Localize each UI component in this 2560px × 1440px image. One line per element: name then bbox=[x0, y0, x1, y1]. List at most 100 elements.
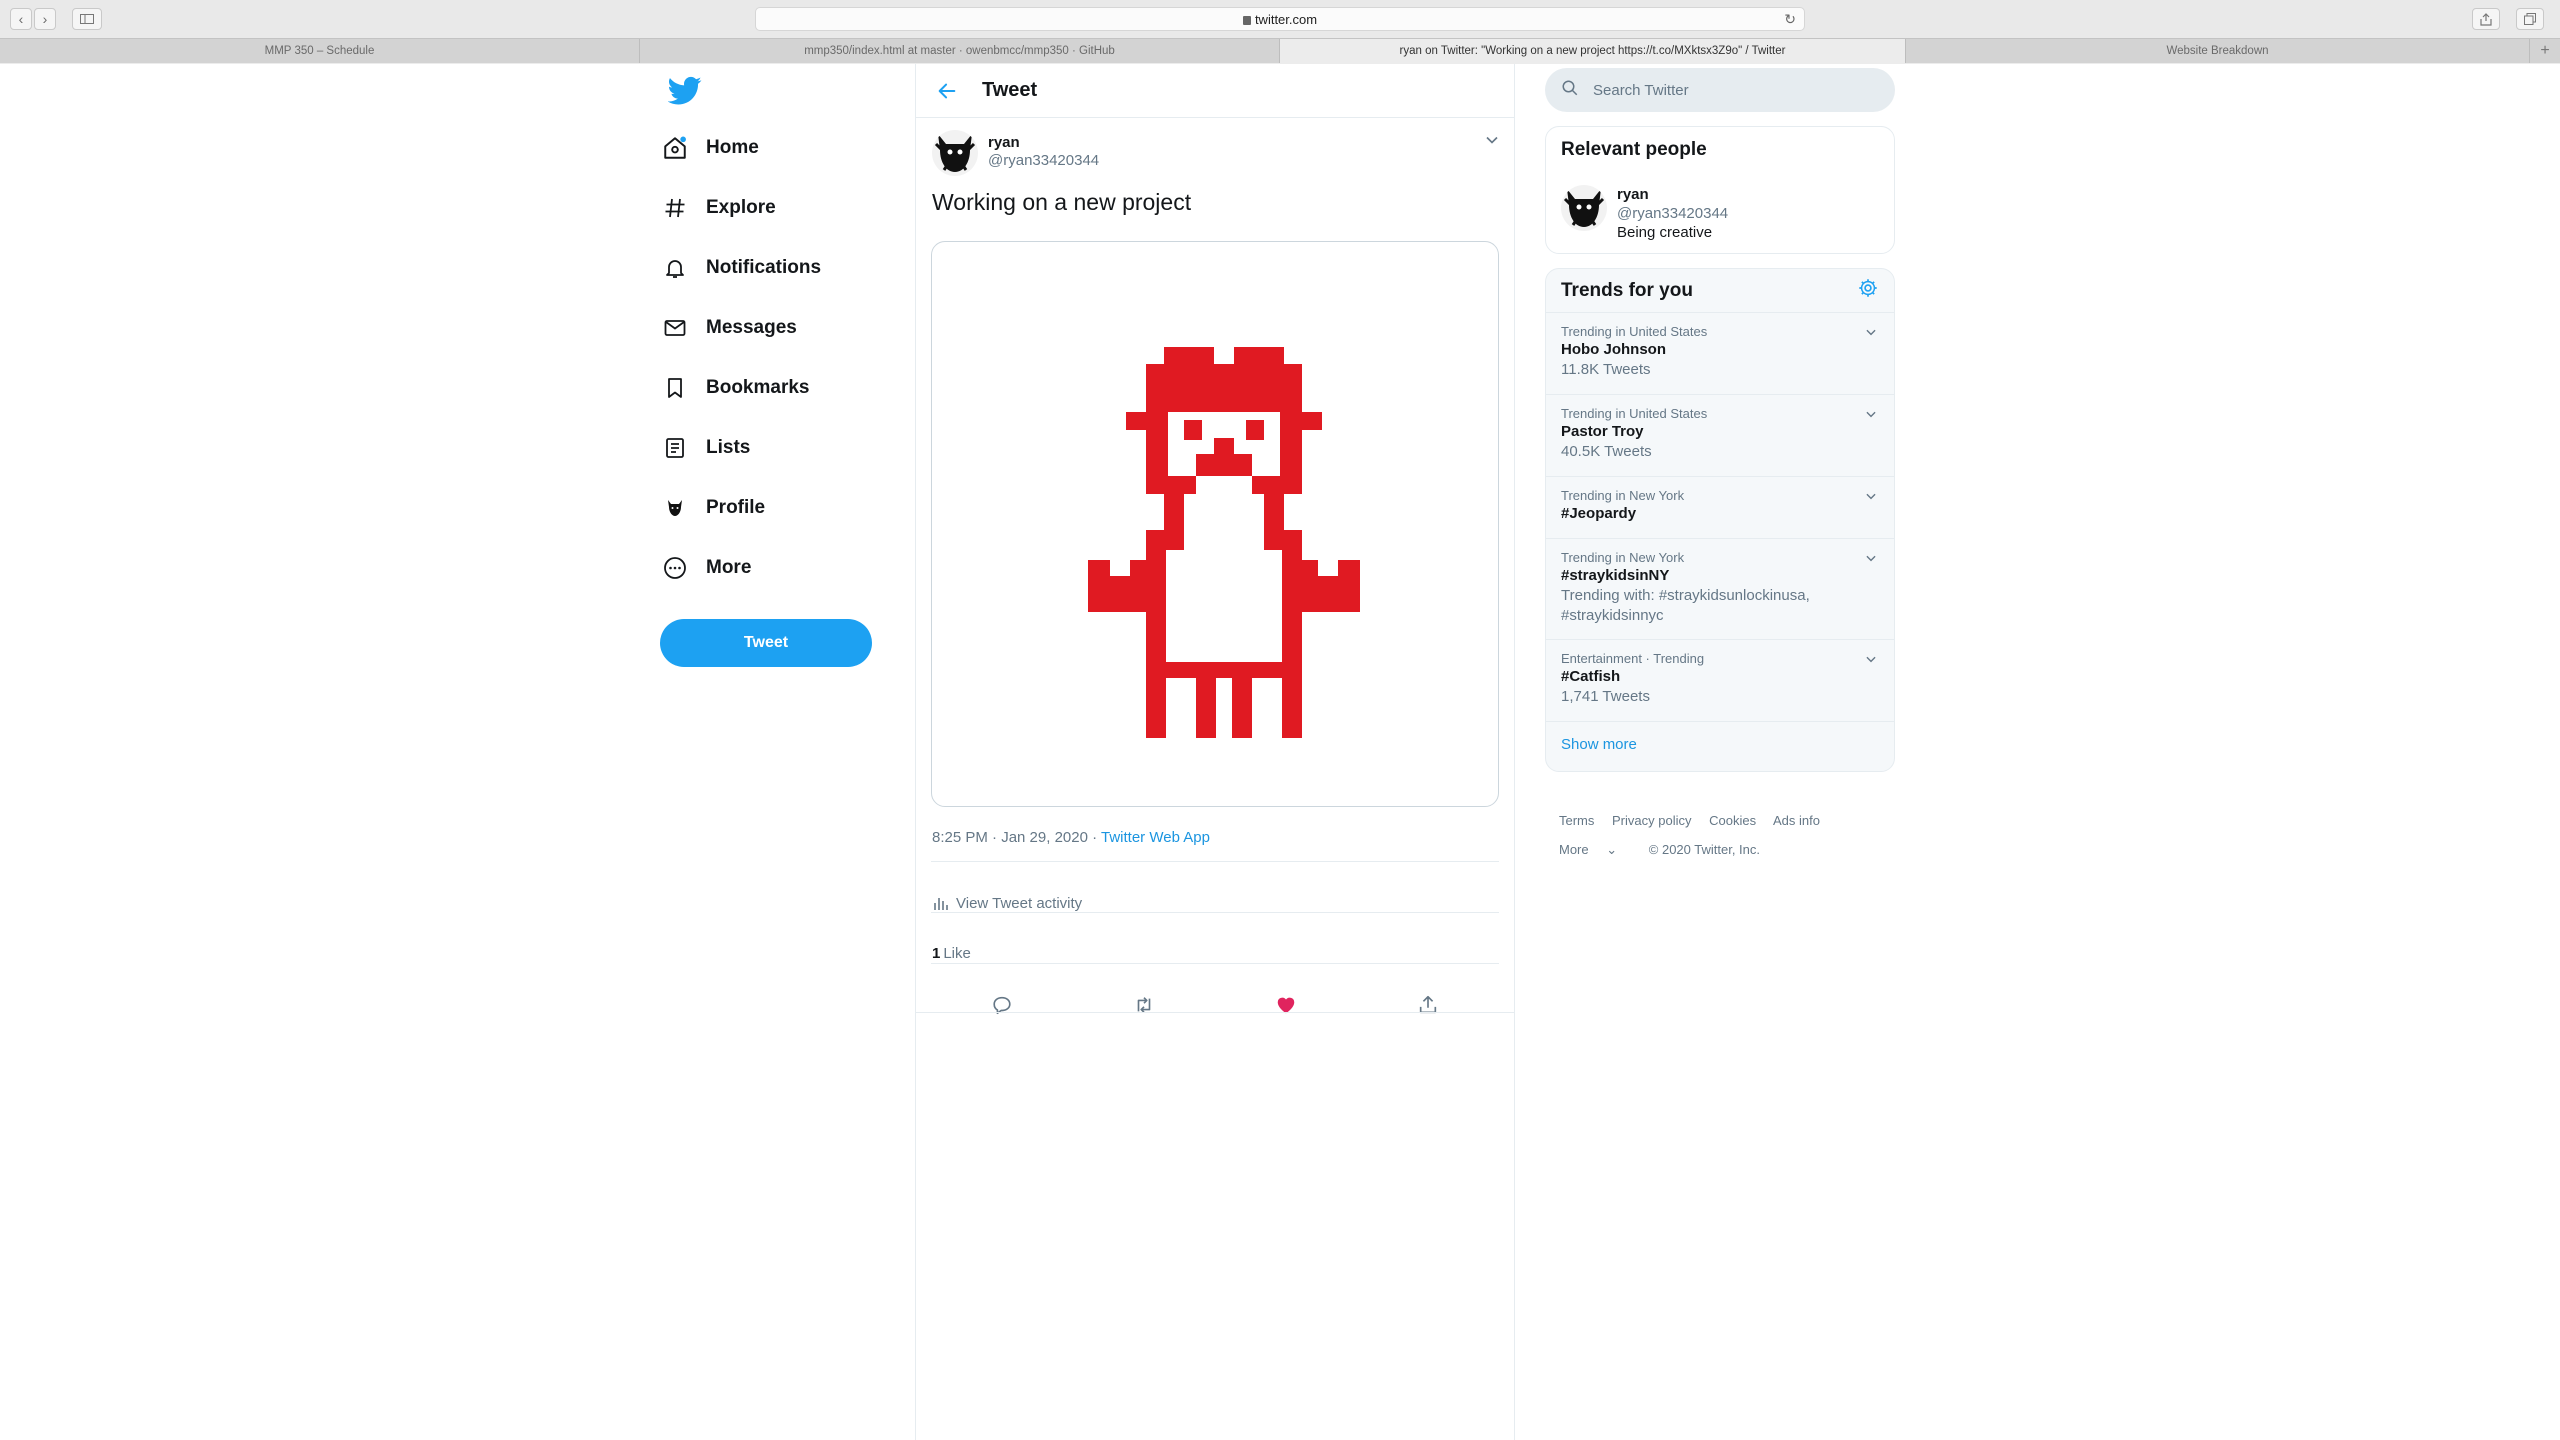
show-more-link[interactable]: Show more bbox=[1546, 722, 1894, 767]
person-name[interactable]: ryan bbox=[1617, 185, 1728, 204]
search-input[interactable] bbox=[1593, 81, 1873, 99]
like-heart-icon[interactable] bbox=[1271, 990, 1301, 1020]
new-tab-button[interactable]: + bbox=[2530, 39, 2560, 63]
trend-item[interactable]: Entertainment · Trending #Catfish 1,741 … bbox=[1546, 640, 1894, 722]
address-bar[interactable]: twitter.com ↻ bbox=[755, 7, 1805, 31]
settings-gear-icon[interactable] bbox=[1857, 277, 1879, 304]
lock-icon bbox=[1242, 15, 1251, 25]
more-circle-icon bbox=[660, 553, 690, 583]
browser-chrome: ‹ › twitter.com ↻ MMP 350 – Schedule mmp… bbox=[0, 0, 2560, 64]
footer-link-ads-info[interactable]: Ads info bbox=[1773, 813, 1820, 828]
tweet-source-link[interactable]: Twitter Web App bbox=[1101, 829, 1210, 846]
trend-name: #straykidsinNY bbox=[1561, 567, 1670, 584]
nav-item-home[interactable]: Home bbox=[660, 122, 759, 174]
chevron-down-icon[interactable] bbox=[1864, 407, 1878, 421]
sidebar-toggle-icon[interactable] bbox=[72, 8, 102, 30]
bell-icon bbox=[660, 253, 690, 283]
tab-bar: MMP 350 – Schedule mmp350/index.html at … bbox=[0, 38, 2560, 63]
trend-item[interactable]: Trending in United States Pastor Troy 40… bbox=[1546, 395, 1894, 477]
search-box[interactable] bbox=[1545, 68, 1895, 112]
nav-label: Profile bbox=[706, 497, 766, 518]
author-names: ryan @ryan33420344 bbox=[988, 130, 1099, 176]
tweet-timestamp: 8:25 PM · Jan 29, 2020 · Twitter Web App bbox=[932, 829, 1210, 846]
hashtag-icon bbox=[660, 193, 690, 223]
reload-icon[interactable]: ↻ bbox=[1784, 11, 1796, 28]
avatar[interactable] bbox=[932, 130, 978, 176]
pixel-art-character bbox=[1088, 347, 1360, 738]
trend-name: #Jeopardy bbox=[1561, 505, 1637, 522]
trend-count: 11.8K Tweets bbox=[1561, 361, 1651, 378]
nav-item-notifications[interactable]: Notifications bbox=[660, 242, 821, 294]
tabs-overview-icon[interactable] bbox=[2516, 8, 2544, 30]
nav-item-profile[interactable]: Profile bbox=[660, 482, 765, 534]
tweet-text: Working on a new project bbox=[932, 189, 1192, 215]
footer-link-cookies[interactable]: Cookies bbox=[1709, 813, 1756, 828]
nav-item-bookmarks[interactable]: Bookmarks bbox=[660, 362, 810, 414]
trend-item[interactable]: Trending in New York #straykidsinNY Tren… bbox=[1546, 539, 1894, 640]
trends-header: Trends for you bbox=[1546, 269, 1894, 313]
trend-count: 1,741 Tweets bbox=[1561, 688, 1650, 705]
browser-tab[interactable]: Website Breakdown bbox=[1906, 39, 2530, 63]
reply-icon[interactable] bbox=[987, 990, 1017, 1020]
trend-name: Hobo Johnson bbox=[1561, 341, 1666, 358]
nav-item-explore[interactable]: Explore bbox=[660, 182, 776, 234]
relevant-people-panel: Relevant people ryan @ryan33420344 Being… bbox=[1545, 126, 1895, 254]
relevant-person[interactable]: ryan @ryan33420344 Being creative bbox=[1561, 185, 1728, 242]
retweet-icon[interactable] bbox=[1129, 990, 1159, 1020]
browser-tab[interactable]: MMP 350 – Schedule bbox=[0, 39, 640, 63]
footer-link-terms[interactable]: Terms bbox=[1559, 813, 1594, 828]
trend-context: Trending in New York bbox=[1561, 550, 1685, 565]
browser-tab[interactable]: mmp350/index.html at master · owenbmcc/m… bbox=[640, 39, 1280, 63]
footer: Terms Privacy policy Cookies Ads info Mo… bbox=[1559, 806, 1889, 864]
trend-related: Trending with: #straykidsunlockinusa, #s… bbox=[1561, 587, 1810, 624]
nav-label: Bookmarks bbox=[706, 377, 810, 398]
avatar[interactable] bbox=[1561, 185, 1607, 231]
nav-item-messages[interactable]: Messages bbox=[660, 302, 797, 354]
view-activity-link[interactable]: View Tweet activity bbox=[932, 879, 1082, 927]
person-handle[interactable]: @ryan33420344 bbox=[1617, 204, 1728, 223]
likes-label: Like bbox=[943, 944, 971, 962]
nav-label: Home bbox=[706, 137, 759, 158]
tweet-author[interactable]: ryan @ryan33420344 bbox=[932, 130, 1099, 176]
chevron-down-icon[interactable] bbox=[1864, 325, 1878, 339]
author-handle[interactable]: @ryan33420344 bbox=[988, 152, 1099, 170]
chevron-down-icon[interactable] bbox=[1864, 652, 1878, 666]
page-title: Tweet bbox=[982, 79, 1038, 101]
divider bbox=[931, 963, 1499, 964]
trend-name: #Catfish bbox=[1561, 668, 1621, 685]
tweet-compose-button[interactable]: Tweet bbox=[660, 619, 872, 667]
chevron-down-icon[interactable] bbox=[1864, 551, 1878, 565]
person-bio: Being creative bbox=[1617, 224, 1713, 241]
profile-avatar-icon bbox=[660, 493, 690, 523]
footer-more-button[interactable]: More ⌄ bbox=[1559, 842, 1631, 857]
browser-toolbar: ‹ › twitter.com ↻ bbox=[0, 0, 2560, 38]
trend-context: Trending in United States bbox=[1561, 406, 1708, 421]
trend-item[interactable]: Trending in New York #Jeopardy bbox=[1546, 477, 1894, 539]
divider bbox=[931, 861, 1499, 862]
share-icon[interactable] bbox=[1413, 990, 1443, 1020]
share-icon[interactable] bbox=[2472, 8, 2500, 30]
likes-count: 1 bbox=[932, 944, 941, 962]
browser-tab-active[interactable]: ryan on Twitter: "Working on a new proje… bbox=[1280, 39, 1906, 63]
footer-link-privacy[interactable]: Privacy policy bbox=[1612, 813, 1691, 828]
tweet-time[interactable]: 8:25 PM · Jan 29, 2020 · bbox=[932, 829, 1101, 846]
person-info: ryan @ryan33420344 Being creative bbox=[1617, 185, 1728, 242]
twitter-logo-icon[interactable] bbox=[667, 76, 702, 106]
tab-title: ryan on Twitter: "Working on a new proje… bbox=[1399, 45, 1786, 57]
trends-panel: Trends for you Trending in United States… bbox=[1545, 268, 1895, 772]
nav-item-more[interactable]: More bbox=[660, 542, 751, 594]
author-name[interactable]: ryan bbox=[988, 134, 1099, 152]
trend-item[interactable]: Trending in United States Hobo Johnson 1… bbox=[1546, 313, 1894, 395]
tweet-image[interactable] bbox=[931, 241, 1499, 807]
chevron-down-icon[interactable] bbox=[1482, 130, 1502, 150]
nav-item-lists[interactable]: Lists bbox=[660, 422, 750, 474]
trend-name: Pastor Troy bbox=[1561, 423, 1644, 440]
likes-count-link[interactable]: 1 Like bbox=[932, 928, 971, 978]
tab-title: mmp350/index.html at master · owenbmcc/m… bbox=[804, 45, 1115, 57]
back-arrow-icon[interactable] bbox=[932, 76, 962, 106]
trend-context: Trending in United States bbox=[1561, 324, 1708, 339]
browser-back-button[interactable]: ‹ bbox=[10, 8, 32, 30]
chevron-down-icon[interactable] bbox=[1864, 489, 1878, 503]
browser-forward-button[interactable]: › bbox=[34, 8, 56, 30]
bookmark-icon bbox=[660, 373, 690, 403]
